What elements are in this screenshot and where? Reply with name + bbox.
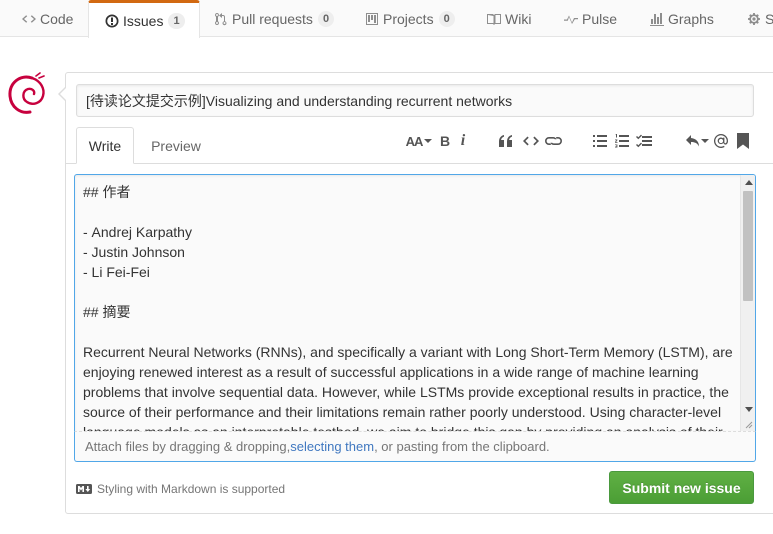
tab-issues-label: Issues (123, 12, 164, 29)
tab-projects[interactable]: Projects 0 (364, 0, 455, 37)
markdown-help-link[interactable]: Styling with Markdown is supported (76, 481, 285, 497)
select-files-link[interactable]: selecting them (290, 439, 374, 454)
tab-wiki-label: Wiki (505, 10, 532, 27)
bookmark-icon (737, 133, 749, 149)
reply-button[interactable] (684, 131, 710, 151)
tab-graphs[interactable]: Graphs (649, 0, 714, 37)
submit-new-issue-button[interactable]: Submit new issue (609, 471, 754, 504)
resize-grip-icon[interactable] (743, 419, 753, 429)
bookmark-button[interactable] (735, 131, 751, 151)
pull-requests-count-badge: 0 (317, 10, 335, 27)
projects-count-badge: 0 (438, 10, 455, 27)
bold-button[interactable]: B (438, 131, 452, 151)
scroll-down-icon[interactable] (745, 407, 753, 412)
tab-code-label: Code (40, 10, 74, 27)
code-button[interactable] (522, 131, 540, 151)
quote-button[interactable] (497, 131, 515, 151)
issue-opened-icon (104, 13, 120, 29)
attach-suffix: , or pasting from the clipboard. (374, 439, 550, 454)
git-pull-request-icon (213, 11, 229, 27)
list-unordered-icon (593, 135, 607, 147)
markdown-icon (76, 484, 92, 494)
gear-icon (746, 11, 762, 27)
reply-icon (685, 135, 699, 147)
link-icon (544, 137, 562, 145)
attach-files-bar[interactable]: Attach files by dragging & dropping, sel… (74, 431, 756, 462)
markdown-note-text: Styling with Markdown is supported (97, 482, 286, 496)
repo-nav: Code Issues 1 Pull requests 0 Projects 0… (0, 0, 773, 38)
tab-write[interactable]: Write (76, 127, 134, 164)
book-icon (486, 11, 502, 27)
issue-body-textarea[interactable]: ## 作者 - Andrej Karpathy - Justin Johnson… (74, 174, 756, 431)
issue-title-input[interactable] (76, 84, 754, 117)
tab-wiki[interactable]: Wiki (486, 0, 531, 37)
tab-pulse-label: Pulse (582, 10, 618, 27)
tab-pulse[interactable]: Pulse (563, 0, 617, 37)
tab-code[interactable]: Code (21, 0, 73, 37)
editor-scrollbar[interactable] (740, 175, 755, 431)
header-text-button[interactable]: AA (404, 131, 434, 151)
tab-pull-requests-label: Pull requests (232, 10, 313, 27)
code-icon (21, 11, 37, 27)
tab-issues[interactable]: Issues 1 (88, 0, 200, 38)
debian-swirl-icon (8, 72, 45, 114)
avatar[interactable] (6, 72, 48, 116)
tab-settings-label: S (765, 10, 773, 27)
tab-settings[interactable]: S (746, 0, 773, 37)
ordered-list-button[interactable] (614, 131, 630, 151)
tab-projects-label: Projects (383, 10, 434, 27)
link-button[interactable] (544, 131, 562, 151)
scroll-up-icon[interactable] (745, 180, 753, 185)
issue-body-text: ## 作者 - Andrej Karpathy - Justin Johnson… (83, 184, 733, 431)
mention-button[interactable] (712, 131, 730, 151)
graph-icon (649, 11, 665, 27)
form-pointer-inner (60, 88, 66, 100)
scrollbar-thumb[interactable] (743, 191, 753, 301)
quote-icon (499, 135, 512, 147)
code-icon (523, 136, 539, 146)
attach-prefix: Attach files by dragging & dropping, (85, 439, 291, 454)
mention-icon (713, 134, 728, 148)
unordered-list-button[interactable] (592, 131, 608, 151)
italic-button[interactable]: i (457, 131, 469, 151)
caret-down-icon (700, 139, 709, 143)
tab-pull-requests[interactable]: Pull requests 0 (213, 0, 335, 37)
pulse-icon (563, 11, 579, 27)
issues-count-badge: 1 (168, 12, 185, 29)
caret-down-icon (424, 139, 433, 143)
list-ordered-icon (615, 134, 629, 148)
tasklist-icon (636, 134, 652, 148)
task-list-button[interactable] (635, 131, 653, 151)
tab-graphs-label: Graphs (668, 10, 714, 27)
tab-preview[interactable]: Preview (140, 127, 212, 164)
project-icon (364, 11, 380, 27)
